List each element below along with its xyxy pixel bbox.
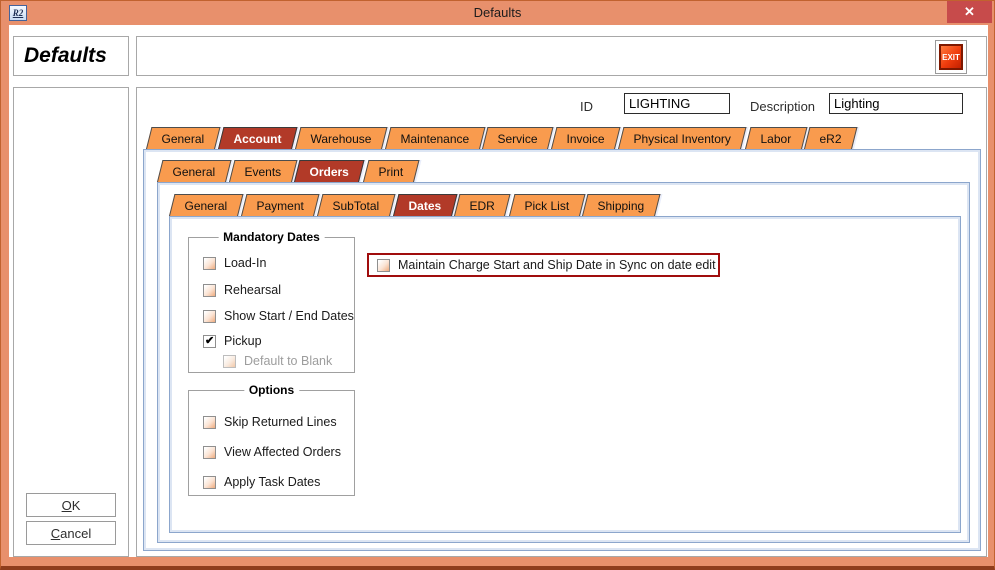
rehearsal-checkbox[interactable] <box>203 284 216 297</box>
tab-l1-er2[interactable]: eR2 <box>804 127 858 149</box>
checkbox-row-apply-task-dates[interactable]: Apply Task Dates <box>203 475 320 489</box>
apply-task-dates-checkbox[interactable] <box>203 476 216 489</box>
form-title: Defaults <box>24 44 107 68</box>
rehearsal-label: Rehearsal <box>224 283 281 297</box>
window-content: Defaults OK Cancel EXIT ID Description G… <box>9 25 988 557</box>
id-label: ID <box>580 99 593 114</box>
tab-row-level2: General Events Orders Print <box>157 160 413 182</box>
id-input[interactable] <box>624 93 730 114</box>
default-to-blank-label: Default to Blank <box>244 354 332 368</box>
tab-l2-print[interactable]: Print <box>363 160 419 182</box>
tab-l1-account[interactable]: Account <box>218 127 297 149</box>
tab-l3-pick-list[interactable]: Pick List <box>509 194 585 216</box>
tab-row-level3: General Payment SubTotal Dates EDR Pick … <box>169 194 655 216</box>
options-title: Options <box>244 383 299 397</box>
tab-l3-dates[interactable]: Dates <box>393 194 457 216</box>
tab-l1-maintenance[interactable]: Maintenance <box>385 127 485 149</box>
checkbox-row-default-to-blank: Default to Blank <box>223 354 332 368</box>
dates-tab-panel: Mandatory Dates Load-In Rehearsal <box>169 216 961 533</box>
show-start-end-dates-label: Show Start / End Dates <box>224 309 354 323</box>
skip-returned-lines-checkbox[interactable] <box>203 416 216 429</box>
tab-l1-service[interactable]: Service <box>482 127 554 149</box>
exit-button-frame: EXIT <box>935 40 967 74</box>
checkbox-row-rehearsal[interactable]: Rehearsal <box>203 283 281 297</box>
orders-tab-panel: General Payment SubTotal Dates EDR Pick … <box>157 182 970 543</box>
load-in-label: Load-In <box>224 256 266 270</box>
tab-l1-warehouse[interactable]: Warehouse <box>295 127 387 149</box>
pickup-checkbox[interactable] <box>203 335 216 348</box>
tab-l1-labor[interactable]: Labor <box>745 127 807 149</box>
tab-l3-shipping[interactable]: Shipping <box>582 194 660 216</box>
ok-button-label: OK <box>27 498 115 513</box>
ok-button[interactable]: OK <box>26 493 116 517</box>
checkbox-row-skip-returned-lines[interactable]: Skip Returned Lines <box>203 415 337 429</box>
defaults-window: R2 Defaults ✕ Defaults OK Cancel EXIT ID… <box>0 0 995 570</box>
checkbox-row-pickup[interactable]: Pickup <box>203 334 262 348</box>
mandatory-dates-group: Mandatory Dates Load-In Rehearsal <box>188 237 355 373</box>
tab-l1-invoice[interactable]: Invoice <box>551 127 621 149</box>
tab-l3-edr[interactable]: EDR <box>454 194 511 216</box>
tab-l1-physical-inventory[interactable]: Physical Inventory <box>618 127 747 149</box>
tab-l2-events[interactable]: Events <box>229 160 297 182</box>
cancel-button-label: Cancel <box>27 526 115 541</box>
form-title-box: Defaults <box>13 36 129 76</box>
tab-l1-general[interactable]: General <box>146 127 220 149</box>
skip-returned-lines-label: Skip Returned Lines <box>224 415 337 429</box>
tab-l3-general[interactable]: General <box>169 194 243 216</box>
close-button[interactable]: ✕ <box>947 1 992 23</box>
titlebar: R2 Defaults ✕ <box>1 1 994 25</box>
tab-l3-subtotal[interactable]: SubTotal <box>317 194 395 216</box>
checkbox-row-show-dates[interactable]: Show Start / End Dates <box>203 309 354 323</box>
description-label: Description <box>750 99 815 114</box>
tab-l3-payment[interactable]: Payment <box>241 194 320 216</box>
maintain-sync-checkbox[interactable] <box>377 259 390 272</box>
apply-task-dates-label: Apply Task Dates <box>224 475 320 489</box>
mandatory-dates-title: Mandatory Dates <box>218 230 325 244</box>
checkbox-row-view-affected-orders[interactable]: View Affected Orders <box>203 445 341 459</box>
tab-l2-general[interactable]: General <box>157 160 231 182</box>
load-in-checkbox[interactable] <box>203 257 216 270</box>
show-start-end-dates-checkbox[interactable] <box>203 310 216 323</box>
cancel-button[interactable]: Cancel <box>26 521 116 545</box>
checkbox-row-load-in[interactable]: Load-In <box>203 256 266 270</box>
sync-option-highlight: Maintain Charge Start and Ship Date in S… <box>367 253 720 277</box>
toolbar: EXIT <box>136 36 987 76</box>
pickup-label: Pickup <box>224 334 262 348</box>
view-affected-orders-label: View Affected Orders <box>224 445 341 459</box>
sidebar-panel: OK Cancel <box>13 87 129 557</box>
exit-button[interactable]: EXIT <box>939 44 963 70</box>
view-affected-orders-checkbox[interactable] <box>203 446 216 459</box>
tab-l2-orders[interactable]: Orders <box>294 160 365 182</box>
maintain-sync-label: Maintain Charge Start and Ship Date in S… <box>398 258 716 272</box>
tab-row-level1: General Account Warehouse Maintenance Se… <box>146 127 853 149</box>
account-tab-panel: General Events Orders Print General Paym… <box>143 149 981 551</box>
main-panel: ID Description General Account Warehouse… <box>136 87 987 557</box>
options-group: Options Skip Returned Lines View Affecte… <box>188 390 355 496</box>
window-title: Defaults <box>1 5 994 20</box>
default-to-blank-checkbox <box>223 355 236 368</box>
description-input[interactable] <box>829 93 963 114</box>
